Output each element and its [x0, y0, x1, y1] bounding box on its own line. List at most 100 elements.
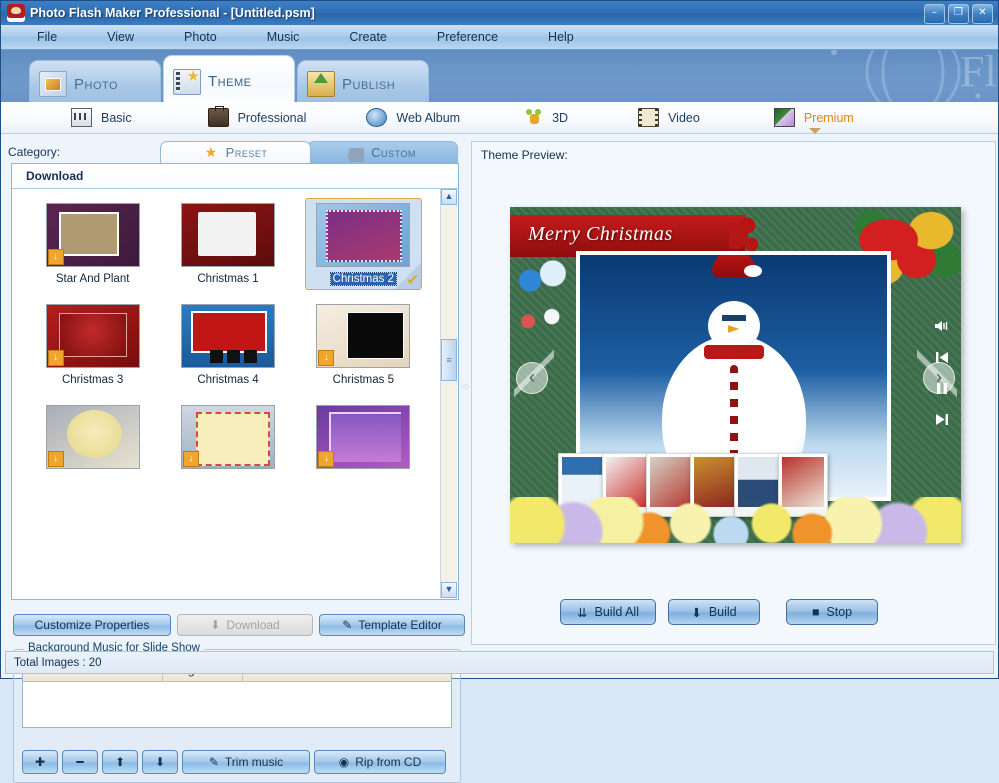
- sub-tab-premium[interactable]: Premium: [774, 102, 854, 133]
- category-tab-preset[interactable]: ★ Preset: [160, 141, 311, 163]
- remove-music-button[interactable]: ━: [62, 750, 98, 774]
- previous-icon[interactable]: [935, 351, 949, 364]
- photo-icon: [39, 71, 67, 97]
- double-down-arrow-icon: ⇊: [577, 605, 587, 620]
- globe-icon: [366, 108, 387, 127]
- preview-panel: Theme Preview: Merry Christmas: [471, 141, 996, 645]
- menu-item-create[interactable]: Create: [337, 27, 399, 47]
- move-down-button[interactable]: ⬇: [142, 750, 178, 774]
- tab-publish-label: Publish: [342, 76, 395, 93]
- minimize-button[interactable]: –: [924, 4, 945, 24]
- build-all-button[interactable]: ⇊ Build All: [560, 599, 656, 625]
- theme-list-scrollbar[interactable]: ▲ ≡ ▼: [440, 189, 457, 598]
- theme-item[interactable]: ↓ Christmas 5: [305, 299, 422, 391]
- stop-label: Stop: [826, 605, 852, 619]
- category-tab-preset-label: Preset: [226, 145, 268, 160]
- stop-button[interactable]: ■ Stop: [786, 599, 878, 625]
- theme-item[interactable]: Christmas 1: [169, 198, 286, 290]
- next-icon[interactable]: [935, 413, 949, 426]
- menu-item-photo[interactable]: Photo: [172, 27, 229, 47]
- window-title-app: Photo Flash Maker Professional: [30, 6, 220, 20]
- santa-hat: [712, 255, 756, 277]
- theme-group-header: Download: [12, 164, 458, 189]
- sub-tab-professional[interactable]: Professional: [208, 102, 307, 133]
- sub-tab-premium-label: Premium: [804, 111, 854, 125]
- category-tab-custom-label: Custom: [371, 145, 416, 160]
- publish-icon: [307, 71, 335, 97]
- stop-square-icon: ■: [812, 605, 820, 619]
- scroll-up-button[interactable]: ▲: [441, 189, 457, 205]
- sub-tab-basic-label: Basic: [101, 111, 132, 125]
- theme-item[interactable]: ↓ Star And Plant: [34, 198, 151, 290]
- sub-tab-web-album[interactable]: Web Album: [366, 102, 460, 133]
- theme-thumbnail: [316, 203, 410, 267]
- rip-from-cd-button[interactable]: ◉ Rip from CD: [314, 750, 446, 774]
- maximize-button[interactable]: ❐: [948, 4, 969, 24]
- close-button[interactable]: ✕: [972, 4, 993, 24]
- download-button-label: Download: [226, 618, 279, 632]
- customize-properties-button[interactable]: Customize Properties: [13, 614, 171, 636]
- panel-splitter[interactable]: ⁘: [461, 381, 471, 411]
- theme-thumbnail: [181, 203, 275, 267]
- sub-tab-basic[interactable]: Basic: [71, 102, 132, 133]
- application-window: Photo Flash Maker Professional - [Untitl…: [0, 0, 999, 679]
- build-button[interactable]: ⬇ Build: [668, 599, 760, 625]
- tab-theme-label: Theme: [208, 73, 251, 90]
- santa-icon: [7, 4, 25, 22]
- menu-item-preference[interactable]: Preference: [425, 27, 510, 47]
- music-buttons: ✚ ━ ⬆ ⬇ ✎ Trim music ◉ Rip from CD: [22, 750, 446, 774]
- tab-photo[interactable]: Photo: [29, 60, 161, 102]
- download-icon: ⬇: [210, 618, 220, 632]
- scrollbar-thumb[interactable]: ≡: [441, 339, 457, 381]
- add-music-button[interactable]: ✚: [22, 750, 58, 774]
- theme-item[interactable]: ↓ Christmas 3: [34, 299, 151, 391]
- tab-photo-label: Photo: [74, 76, 118, 93]
- player-controls: [929, 319, 955, 426]
- wrench-icon: [349, 148, 364, 162]
- template-editor-button[interactable]: ✎ Template Editor: [319, 614, 465, 636]
- tab-publish[interactable]: Publish: [297, 60, 429, 102]
- theme-thumbnail: ↓: [46, 203, 140, 267]
- sub-tab-web-album-label: Web Album: [396, 111, 460, 125]
- theme-thumbnail: ↓: [316, 304, 410, 368]
- theme-item[interactable]: Christmas 4: [169, 299, 286, 391]
- scroll-down-button[interactable]: ▼: [441, 582, 457, 598]
- star-icon: ★: [204, 146, 219, 160]
- tab-theme[interactable]: Theme: [163, 55, 295, 102]
- theme-preview-label: Theme Preview:: [481, 148, 568, 162]
- menu-item-music[interactable]: Music: [255, 27, 312, 47]
- theme-item[interactable]: ↓: [169, 400, 286, 480]
- theme-icon: [173, 69, 201, 95]
- trim-music-button[interactable]: ✎ Trim music: [182, 750, 310, 774]
- piano-icon: [71, 108, 92, 127]
- download-badge-icon: ↓: [48, 350, 64, 366]
- sub-tab-video[interactable]: Video: [638, 102, 700, 133]
- theme-preview-stage[interactable]: Merry Christmas: [510, 207, 961, 543]
- theme-item[interactable]: ↓: [305, 400, 422, 480]
- theme-item[interactable]: ↓: [34, 400, 151, 480]
- previous-photo-button[interactable]: ‹: [516, 362, 548, 394]
- svg-text:Fl: Fl: [960, 50, 997, 96]
- download-button[interactable]: ⬇ Download: [177, 614, 313, 636]
- customize-properties-label: Customize Properties: [35, 618, 150, 632]
- build-all-label: Build All: [595, 605, 639, 619]
- download-badge-icon: ↓: [48, 451, 64, 467]
- left-panel: Category: ★ Preset Custom Download ↓ Sta: [5, 141, 465, 645]
- window-title-doc: - [Untitled.psm]: [223, 6, 315, 20]
- menu-item-file[interactable]: File: [25, 27, 69, 47]
- active-tab-caret-icon: [809, 128, 821, 134]
- theme-thumbnail: ↓: [316, 405, 410, 469]
- menu-item-help[interactable]: Help: [536, 27, 586, 47]
- theme-item-selected[interactable]: Christmas 2 ✔: [305, 198, 422, 290]
- filmstrip-icon: [638, 108, 659, 127]
- sub-tab-3d[interactable]: 3D: [524, 102, 568, 133]
- move-up-button[interactable]: ⬆: [102, 750, 138, 774]
- trim-music-label: Trim music: [225, 755, 283, 769]
- menu-item-view[interactable]: View: [95, 27, 146, 47]
- category-label: Category:: [8, 145, 60, 159]
- volume-icon[interactable]: [934, 319, 950, 333]
- theme-name: Christmas 5: [333, 374, 394, 386]
- menu-bar: File View Photo Music Create Preference …: [1, 25, 998, 50]
- category-tab-custom[interactable]: Custom: [307, 141, 458, 163]
- pause-icon[interactable]: [936, 382, 948, 395]
